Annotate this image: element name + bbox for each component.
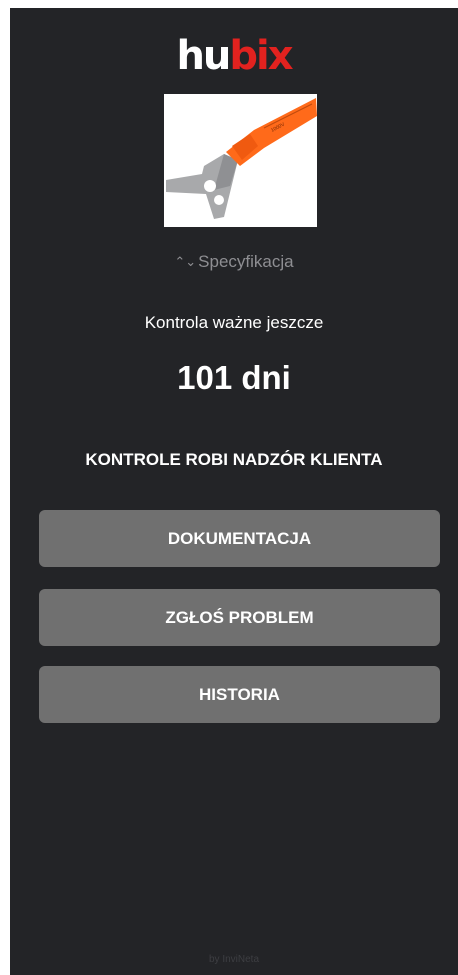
chevron-up-down-icon: ⌃⌄: [174, 254, 197, 269]
specification-toggle[interactable]: ⌃⌄ Specyfikacja: [10, 252, 458, 272]
logo-part-hu: hu: [176, 33, 231, 79]
product-image: 1000V: [164, 94, 317, 227]
history-button[interactable]: HISTORIA: [39, 666, 440, 723]
footer-credit: by InviNeta: [208, 954, 260, 965]
insulated-scraper-tool-icon: 1000V: [164, 94, 317, 227]
inspection-notice: KONTROLE ROBI NADZÓR KLIENTA: [85, 450, 383, 469]
report-problem-button[interactable]: ZGŁOŚ PROBLEM: [39, 589, 440, 646]
logo-part-bix: bix: [229, 33, 293, 79]
hubix-logo: hubix: [10, 36, 458, 76]
app-screen: hubix 1000V ⌃⌄ Specyfikacja Kontrola ważn…: [10, 8, 458, 975]
specification-label: Specyfikacja: [198, 252, 294, 271]
inspection-valid-label: Kontrola ważne jeszcze: [144, 313, 324, 332]
documentation-button[interactable]: DOKUMENTACJA: [39, 510, 440, 567]
inspection-days-remaining: 101 dni: [177, 359, 291, 396]
